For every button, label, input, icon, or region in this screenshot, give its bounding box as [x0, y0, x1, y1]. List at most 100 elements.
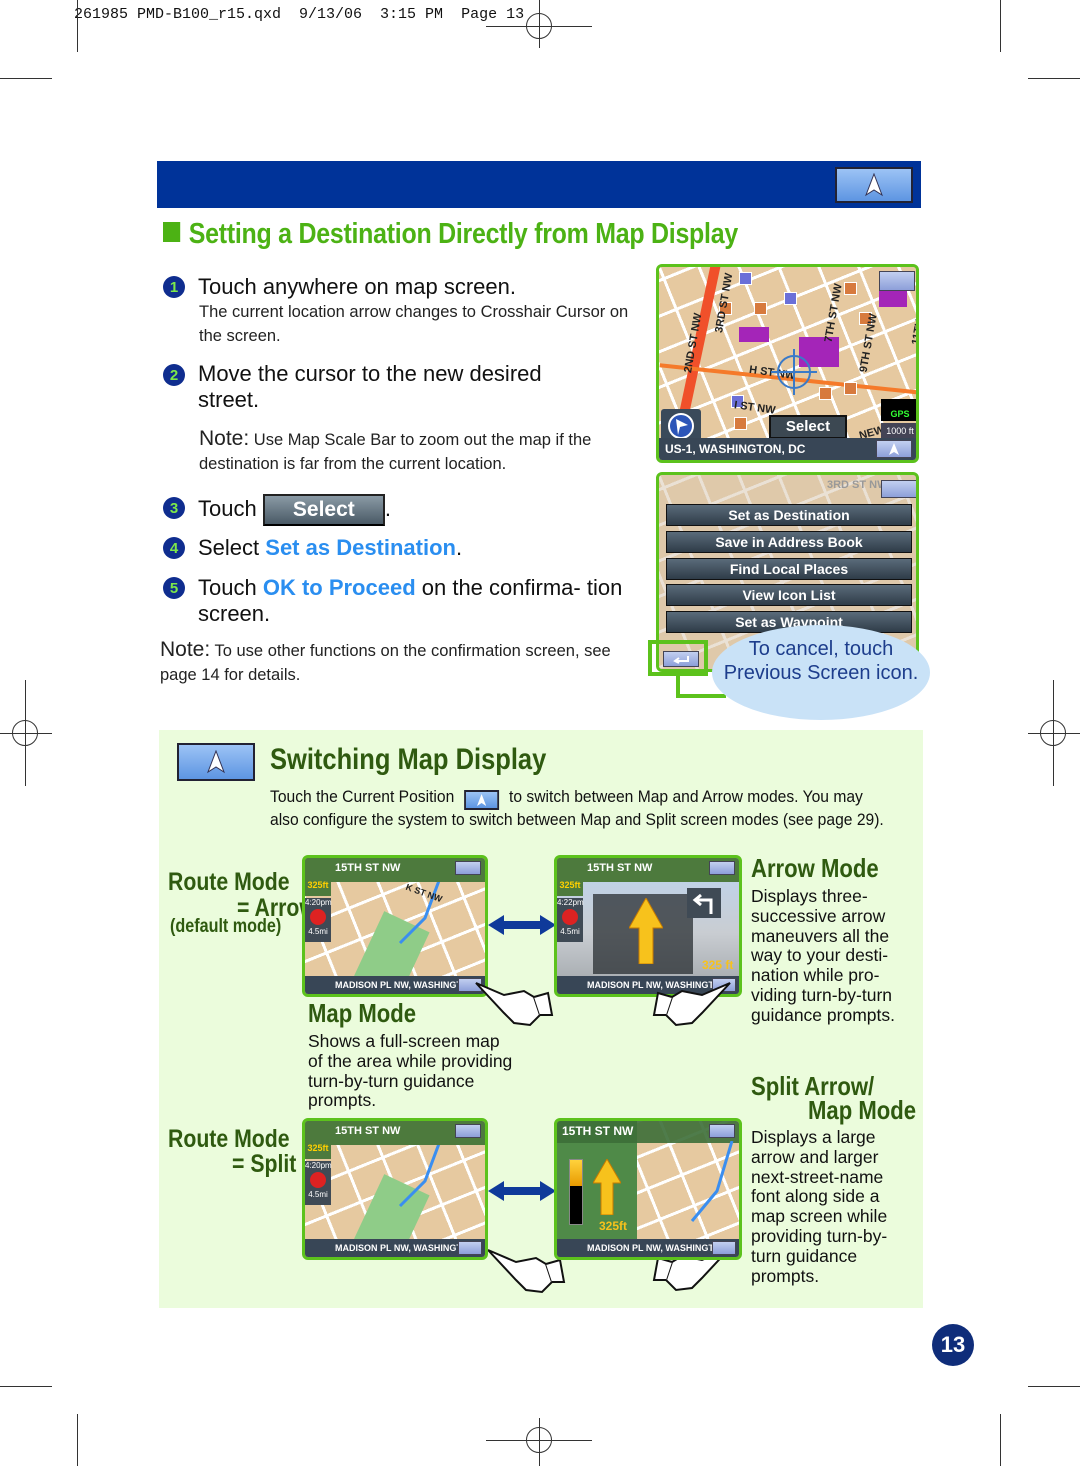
poi-icon	[734, 417, 747, 430]
menu-grid-button[interactable]	[879, 271, 915, 291]
crosshair-cursor-icon[interactable]	[771, 349, 817, 395]
distance-gauge	[569, 1159, 583, 1225]
crop-mark	[77, 1414, 79, 1466]
eta-time: 4:20pm	[305, 1161, 332, 1170]
registration-mark	[1040, 720, 1066, 746]
step-number-1: 1	[163, 276, 185, 298]
select-button-illustration: Select	[262, 494, 385, 526]
step-3-text: Touch Select.	[198, 494, 391, 526]
crop-mark	[0, 1386, 52, 1388]
large-forward-arrow-icon	[629, 898, 663, 964]
note-label: Note:	[160, 638, 211, 661]
section-title-text: Setting a Destination Directly from Map …	[188, 218, 738, 250]
note-text: To use other functions on the confirmati…	[160, 642, 611, 684]
step-4-post: .	[455, 535, 463, 560]
ok-to-proceed-highlight: OK to Proceed	[262, 575, 416, 600]
crop-mark	[1000, 1414, 1002, 1466]
remaining-distance: 4.5mi	[560, 927, 580, 936]
parking-icon	[784, 292, 797, 305]
set-as-destination-highlight: Set as Destination	[265, 535, 456, 560]
distance-label: 325ft	[599, 1219, 628, 1233]
step-3-post: .	[384, 495, 391, 521]
menu-view-icon-list[interactable]: View Icon List	[666, 584, 912, 606]
body-text: Touch the Current Position	[270, 787, 455, 806]
next-maneuver-panel	[687, 888, 721, 918]
menu-grid-button[interactable]	[709, 1124, 735, 1138]
menu-grid-button[interactable]	[455, 861, 481, 875]
poi-icon	[844, 382, 857, 395]
registration-mark	[526, 1427, 552, 1453]
highlight-box	[648, 640, 708, 676]
next-turn-distance: 325ft	[305, 1121, 331, 1159]
current-position-arrow-icon	[207, 750, 225, 774]
select-button[interactable]: Select	[769, 415, 847, 439]
section1-note: Note: To use other functions on the conf…	[160, 638, 630, 687]
menu-grid-button[interactable]	[455, 1124, 481, 1138]
current-position-button-illustration	[177, 743, 255, 781]
distance-label: 325 ft	[702, 958, 734, 972]
map-screen-crosshair[interactable]: 2ND ST NW 3RD ST NW 7TH ST NW 9TH ST NW …	[656, 264, 919, 463]
menu-set-as-destination[interactable]: Set as Destination	[666, 504, 912, 526]
current-position-button[interactable]	[835, 167, 913, 203]
turn-icon	[562, 909, 578, 925]
step-number-4: 4	[163, 537, 185, 559]
poi-icon	[819, 387, 832, 400]
eta-time: 4:22pm	[557, 898, 584, 907]
note-label: Note:	[199, 427, 250, 450]
step-5-pre: Touch	[198, 575, 263, 600]
step-1-text: Touch anywhere on map screen.	[198, 274, 516, 299]
note-text: Use Map Scale Bar to zoom out the map if…	[199, 431, 592, 473]
map-mode-title: Map Mode	[308, 998, 417, 1028]
page-number: 13	[932, 1324, 974, 1366]
crop-mark	[77, 0, 79, 52]
left-turn-icon	[692, 893, 713, 914]
step-3-pre: Touch	[198, 495, 257, 521]
building	[739, 327, 769, 342]
menu-find-local-places[interactable]: Find Local Places	[666, 558, 912, 580]
cancel-callout: To cancel, touch Previous Screen icon.	[712, 625, 930, 720]
poi-icon	[844, 282, 857, 295]
eta-panel: 4:20pm 4.5mi	[305, 1161, 332, 1205]
step-number-5: 5	[163, 577, 185, 599]
crop-mark	[1028, 78, 1080, 80]
registration-mark	[526, 13, 552, 39]
print-slug: 261985 PMD-B100_r15.qxd 9/13/06 3:15 PM …	[74, 6, 525, 23]
menu-grid-button[interactable]	[709, 861, 735, 875]
map-mode-desc: Shows a full-screen map of the area whil…	[308, 1031, 513, 1111]
step-4-pre: Select	[198, 535, 266, 560]
registration-mark	[12, 720, 38, 746]
distance-gauge-fill	[570, 1160, 582, 1186]
connector-line	[676, 694, 726, 698]
step-number-3: 3	[163, 497, 185, 519]
default-mode-label: (default mode)	[170, 916, 282, 937]
split-mode-screen: 15TH ST NW 325ft MADISON PL NW, WASHINGT	[554, 1118, 742, 1260]
map-scale-bar[interactable]: 1000 ft	[881, 423, 916, 439]
step-5-text: Touch OK to Proceed on the confirma- tio…	[198, 575, 638, 627]
eta-panel: 4:20pm 4.5mi	[305, 898, 332, 942]
next-turn-distance: 325ft	[305, 858, 331, 896]
crop-mark	[0, 78, 52, 80]
current-position-button[interactable]	[712, 1241, 736, 1255]
remaining-distance: 4.5mi	[308, 927, 328, 936]
title-bullet-icon	[163, 222, 181, 242]
route-line	[690, 1141, 734, 1222]
touch-hand-icon	[652, 982, 731, 1027]
turn-icon	[310, 1172, 326, 1188]
split-mode-title-2: Map Mode	[808, 1095, 917, 1125]
current-position-button[interactable]	[876, 440, 912, 458]
eta-panel: 4:22pm 4.5mi	[557, 898, 584, 942]
header-bar	[157, 161, 921, 208]
menu-save-in-address-book[interactable]: Save in Address Book	[666, 531, 912, 553]
step-number-2: 2	[163, 364, 185, 386]
poi-icon	[754, 302, 767, 315]
crop-mark	[1000, 0, 1002, 52]
step-2-note: Note: Use Map Scale Bar to zoom out the …	[199, 427, 639, 476]
section2-title: Switching Map Display	[270, 743, 547, 776]
next-turn-distance: 325ft	[557, 858, 583, 896]
menu-grid-button[interactable]	[881, 480, 916, 498]
eta-time: 4:20pm	[305, 898, 332, 907]
step-4-text: Select Set as Destination.	[198, 535, 462, 561]
current-position-button[interactable]	[458, 1241, 482, 1255]
current-position-inline-icon	[464, 790, 500, 810]
turn-icon	[310, 909, 326, 925]
